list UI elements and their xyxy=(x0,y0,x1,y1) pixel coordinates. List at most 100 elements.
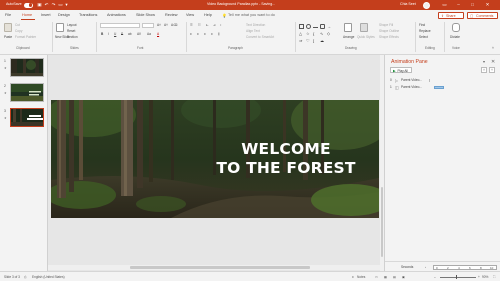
text-direction-button[interactable]: Text Direction xyxy=(246,23,265,27)
canvas-horizontal-scrollbar[interactable] xyxy=(48,265,380,270)
shape-cloud-icon[interactable]: ☁ xyxy=(320,38,325,43)
bold-button[interactable]: B xyxy=(101,32,103,36)
timeline-left-arrow[interactable]: ‹ xyxy=(425,265,426,269)
animation-item[interactable]: 1 ◫ Parent Video... xyxy=(389,84,449,90)
justify-icon[interactable]: ≡ xyxy=(211,32,213,36)
tab-design[interactable]: Design xyxy=(58,13,70,17)
shape-arrow-icon[interactable]: → xyxy=(327,24,332,29)
shape-triangle-icon[interactable]: △ xyxy=(299,31,304,36)
copy-button[interactable]: Copy xyxy=(15,29,22,33)
character-spacing-button[interactable]: AV xyxy=(137,32,141,36)
font-size-dropdown[interactable] xyxy=(142,23,154,28)
avatar[interactable] xyxy=(423,1,430,9)
slide-thumbnail-2[interactable] xyxy=(10,83,44,102)
present-icon[interactable]: ▭ xyxy=(58,2,63,7)
section-button[interactable]: Section xyxy=(67,35,78,39)
tell-me-input[interactable]: Tell me what you want to do xyxy=(228,13,275,17)
customize-qat-icon[interactable]: ▾ xyxy=(64,2,69,7)
tab-insert[interactable]: Insert xyxy=(41,13,51,17)
shape-oval-icon[interactable] xyxy=(306,24,311,29)
tab-slide-show[interactable]: Slide Show xyxy=(136,13,155,17)
find-button[interactable]: Find xyxy=(419,23,425,27)
shape-callout-icon[interactable]: ◇ xyxy=(327,31,332,36)
pane-options-icon[interactable]: ▾ xyxy=(483,59,485,64)
shrink-font-icon[interactable]: A˅ xyxy=(164,23,168,27)
shape-outline-button[interactable]: Shape Outline xyxy=(379,29,399,33)
underline-button[interactable]: U xyxy=(114,32,116,36)
normal-view-icon[interactable]: ▭ xyxy=(375,275,378,279)
tab-transitions[interactable]: Transitions xyxy=(79,13,97,17)
align-right-icon[interactable]: ≡ xyxy=(204,32,206,36)
shape-line-icon[interactable] xyxy=(313,26,318,28)
quick-styles-icon[interactable] xyxy=(360,23,368,32)
clear-formatting-icon[interactable]: A⌫ xyxy=(171,23,178,27)
collapse-ribbon-icon[interactable]: ˄ xyxy=(492,46,494,50)
tab-animations[interactable]: Animations xyxy=(107,13,126,17)
quick-styles-button[interactable]: Quick Styles xyxy=(357,35,375,39)
shape-rect-icon[interactable] xyxy=(299,24,304,29)
tab-review[interactable]: Review xyxy=(165,13,177,17)
numbering-icon[interactable]: ☷ xyxy=(198,23,201,27)
arrange-button[interactable]: Arrange xyxy=(343,35,354,39)
seconds-label[interactable]: Seconds xyxy=(401,265,413,269)
reset-button[interactable]: Reset xyxy=(67,29,75,33)
shape-rounded-icon[interactable] xyxy=(320,24,325,29)
move-down-button[interactable]: ˅ xyxy=(489,67,495,73)
zoom-level[interactable]: 90% xyxy=(482,275,488,279)
columns-icon[interactable]: ⫼ xyxy=(218,32,219,36)
zoom-slider[interactable] xyxy=(440,277,476,278)
comments-button[interactable]: ▢ Comments xyxy=(467,12,498,19)
slide-thumbnail-1[interactable] xyxy=(10,58,44,77)
strikethrough-button[interactable]: S xyxy=(121,32,123,36)
shape-brace-icon[interactable]: { xyxy=(313,31,318,36)
change-case-button[interactable]: Aa xyxy=(147,32,151,36)
animation-item[interactable]: 0 ▷ Parent Video... xyxy=(389,77,449,83)
fit-to-window-icon[interactable]: ⛶ xyxy=(493,275,495,279)
outdent-icon[interactable]: ⇥ xyxy=(213,23,216,27)
shape-fill-button[interactable]: Shape Fill xyxy=(379,23,393,27)
shapes-gallery[interactable]: → △ ☆ { ∿ ◇ ⇒ ♡ [ ☁ xyxy=(299,24,339,44)
save-icon[interactable]: ▣ xyxy=(37,2,42,7)
language-label[interactable]: English (United States) xyxy=(32,275,65,279)
tab-home[interactable]: Home xyxy=(22,13,32,17)
timing-bar[interactable] xyxy=(434,85,444,89)
line-spacing-icon[interactable]: ↕ xyxy=(220,23,222,27)
paste-icon[interactable] xyxy=(4,23,12,32)
slide-sorter-icon[interactable]: ▦ xyxy=(384,275,387,279)
cut-button[interactable]: Cut xyxy=(15,23,20,27)
slide-title-line-1[interactable]: WELCOME xyxy=(201,140,371,158)
replace-button[interactable]: Replace xyxy=(419,29,431,33)
shape-arrow2-icon[interactable]: ⇒ xyxy=(299,38,304,43)
tab-view[interactable]: View xyxy=(186,13,194,17)
slide-editing-canvas[interactable]: WELCOME TO THE FOREST xyxy=(48,55,382,271)
move-up-button[interactable]: ˄ xyxy=(481,67,487,73)
play-all-button[interactable]: ▶ Play All xyxy=(390,67,412,73)
slideshow-view-icon[interactable]: ▣ xyxy=(402,275,405,279)
user-name[interactable]: Chia Seet xyxy=(400,2,416,6)
format-painter-button[interactable]: Format Painter xyxy=(15,35,36,39)
layout-button[interactable]: Layout xyxy=(67,23,77,27)
zoom-out-icon[interactable]: – xyxy=(434,275,436,279)
ribbon-display-icon[interactable]: ▭ xyxy=(442,2,447,7)
font-name-dropdown[interactable] xyxy=(100,23,140,28)
slide-title-line-2[interactable]: TO THE FOREST xyxy=(201,159,371,177)
reading-view-icon[interactable]: ▤ xyxy=(393,275,396,279)
spell-check-icon[interactable]: ⎙ xyxy=(24,275,27,279)
maximize-icon[interactable]: □ xyxy=(470,2,475,7)
shape-effects-button[interactable]: Shape Effects xyxy=(379,35,399,39)
shape-bracket-icon[interactable]: [ xyxy=(313,38,318,43)
slide-thumbnail-3[interactable] xyxy=(10,108,44,127)
close-icon[interactable]: ✕ xyxy=(485,2,490,7)
grow-font-icon[interactable]: A˄ xyxy=(157,23,161,27)
italic-button[interactable]: I xyxy=(108,32,109,36)
close-pane-icon[interactable]: ✕ xyxy=(491,59,495,65)
indent-icon[interactable]: ⇤ xyxy=(206,23,209,27)
zoom-slider-handle[interactable] xyxy=(456,275,458,280)
shape-curve-icon[interactable]: ∿ xyxy=(320,31,325,36)
select-button[interactable]: Select xyxy=(419,35,428,39)
tab-help[interactable]: Help xyxy=(204,13,212,17)
shape-heart-icon[interactable]: ♡ xyxy=(306,38,311,43)
shape-star-icon[interactable]: ☆ xyxy=(306,31,311,36)
paste-button[interactable]: Paste xyxy=(4,35,12,39)
redo-icon[interactable]: ↷ xyxy=(51,2,56,7)
